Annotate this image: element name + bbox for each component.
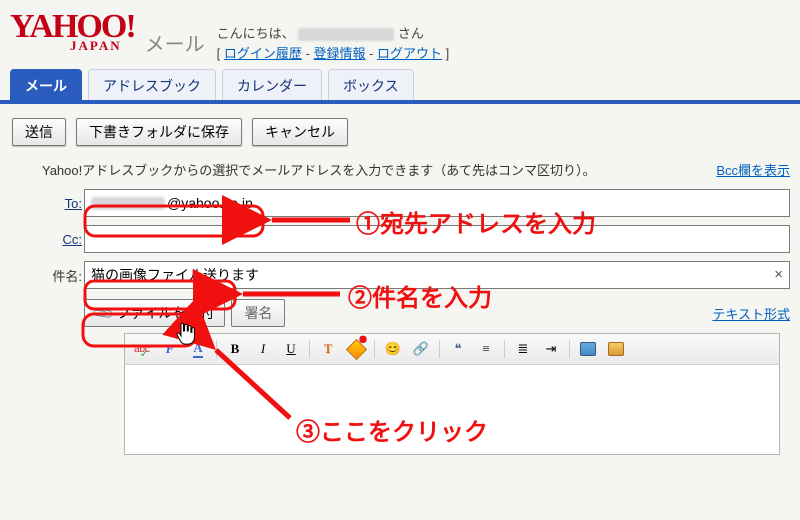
tab-calendar[interactable]: カレンダー	[222, 69, 322, 100]
to-local-redacted	[91, 197, 165, 210]
tab-box[interactable]: ボックス	[328, 69, 414, 100]
hint-text: Yahoo!アドレスブックからの選択でメールアドレスを入力できます（あて先はコン…	[42, 163, 595, 178]
username-redacted	[298, 28, 394, 41]
align-icon[interactable]: ≡	[473, 337, 499, 361]
text-color-icon[interactable]: T	[315, 337, 341, 361]
cc-label[interactable]: Cc:	[42, 232, 82, 247]
subject-label: 件名:	[42, 266, 82, 285]
italic-icon[interactable]: I	[250, 337, 276, 361]
underline-icon[interactable]: U	[278, 337, 304, 361]
list-icon[interactable]: ≣	[510, 337, 536, 361]
to-domain: @yahoo.co.jp	[167, 195, 253, 211]
toolbar-separator	[439, 340, 440, 358]
attach-label: ファイルを添付	[116, 303, 214, 323]
toolbar-separator	[569, 340, 570, 358]
spellcheck-icon[interactable]: abc	[129, 337, 155, 361]
annotation-step3: ③ここをクリック	[296, 412, 488, 447]
insert-icon[interactable]	[603, 337, 629, 361]
product-name: メール	[145, 28, 205, 57]
indent-icon[interactable]: ⇥	[538, 337, 564, 361]
editor-toolbar: abc F A B I U T 😊 🔗 ❝ ≡ ≣ ⇥	[125, 334, 779, 365]
annotation-dot: ・	[348, 316, 378, 360]
greeting-suffix: さん	[398, 26, 424, 41]
bold-icon[interactable]: B	[222, 337, 248, 361]
more-icon[interactable]	[575, 337, 601, 361]
action-bar: 送信 下書きフォルダに保存 キャンセル	[0, 104, 800, 156]
subject-value: 猫の画像ファイル送ります	[91, 265, 259, 285]
quote-icon[interactable]: ❝	[445, 337, 471, 361]
tab-address[interactable]: アドレスブック	[88, 69, 216, 100]
annotation-step2: ②件名を入力	[348, 278, 492, 313]
header: YAHOO! JAPAN メール こんにちは、 さん [ ログイン履歴 - 登録…	[0, 0, 800, 67]
save-draft-button[interactable]: 下書きフォルダに保存	[76, 118, 242, 146]
logo-text: YAHOO!	[10, 10, 135, 44]
signature-button[interactable]: 署名	[231, 299, 285, 327]
tab-mail[interactable]: メール	[10, 69, 82, 100]
greeting: こんにちは、 さん [ ログイン履歴 - 登録情報 - ログアウト ]	[217, 24, 450, 63]
greeting-prefix: こんにちは、	[217, 26, 295, 41]
link-reg-info[interactable]: 登録情報	[313, 46, 365, 61]
attach-file-button[interactable]: 📎 ファイルを添付	[84, 299, 225, 327]
toolbar-separator	[309, 340, 310, 358]
logo[interactable]: YAHOO! JAPAN	[10, 10, 135, 54]
compose-hint: Yahoo!アドレスブックからの選択でメールアドレスを入力できます（あて先はコン…	[42, 160, 790, 179]
toolbar-separator	[216, 340, 217, 358]
bcc-toggle-link[interactable]: Bcc欄を表示	[716, 160, 790, 179]
cursor-hand-icon	[176, 321, 196, 347]
annotation-step1: ①宛先アドレスを入力	[356, 204, 596, 239]
tab-bar: メール アドレスブック カレンダー ボックス	[0, 69, 800, 104]
link-logout[interactable]: ログアウト	[377, 46, 442, 61]
clear-subject-icon[interactable]: ×	[774, 266, 783, 283]
paperclip-icon: 📎	[92, 301, 116, 325]
to-label[interactable]: To:	[42, 196, 82, 211]
link-login-history[interactable]: ログイン履歴	[224, 46, 302, 61]
toolbar-separator	[504, 340, 505, 358]
text-mode-link[interactable]: テキスト形式	[712, 304, 790, 323]
cancel-button[interactable]: キャンセル	[252, 118, 348, 146]
emoji-icon[interactable]: 😊	[380, 337, 406, 361]
send-button[interactable]: 送信	[12, 118, 66, 146]
link-icon[interactable]: 🔗	[408, 337, 434, 361]
